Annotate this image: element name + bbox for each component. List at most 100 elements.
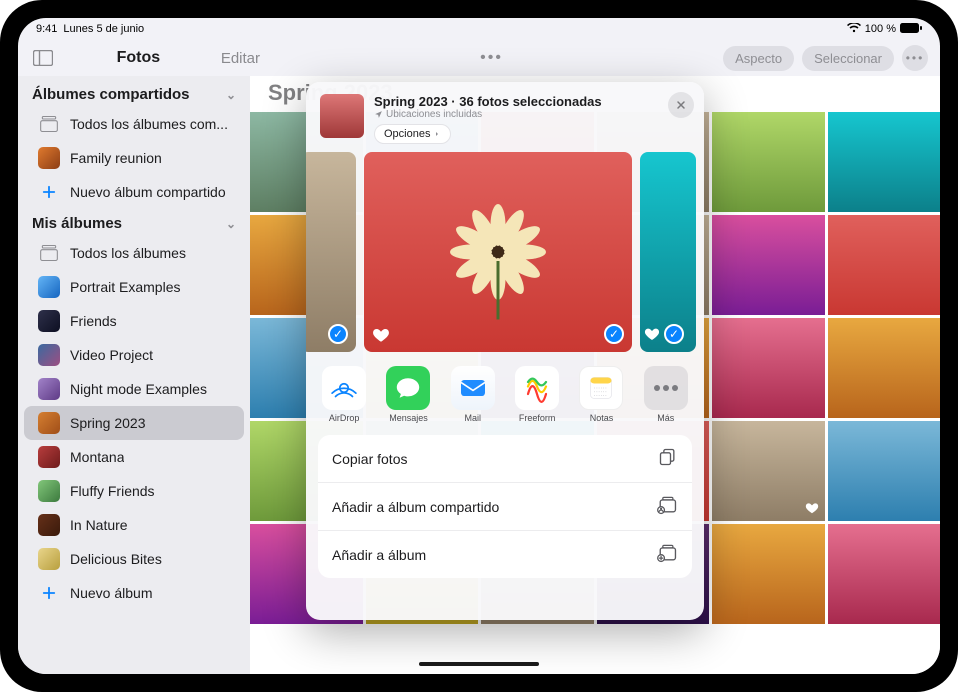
freeform-icon (515, 366, 559, 410)
photo-tile[interactable] (828, 524, 941, 624)
status-bar: 9:41 Lunes 5 de junio 100 % (18, 18, 940, 40)
app-label: Notas (590, 413, 614, 423)
sidebar-item-label: Portrait Examples (70, 279, 180, 295)
sidebar-item[interactable]: In Nature (24, 508, 244, 542)
sidebar-item[interactable]: Spring 2023 (24, 406, 244, 440)
home-indicator[interactable] (419, 662, 539, 666)
action-label: Añadir a álbum (332, 547, 426, 563)
selection-check-icon: ✓ (604, 324, 624, 344)
close-icon (675, 99, 687, 111)
sheet-subtitle: Ubicaciones incluidas (374, 109, 690, 120)
share-app-freeform[interactable]: Freeform (510, 366, 564, 423)
photo-tile[interactable] (828, 421, 941, 521)
close-button[interactable] (668, 92, 694, 118)
photo-tile[interactable] (712, 524, 825, 624)
sidebar-item[interactable]: Montana (24, 440, 244, 474)
sidebar-item-label: Family reunion (70, 150, 162, 166)
photo-tile[interactable] (712, 215, 825, 315)
screen: 9:41 Lunes 5 de junio 100 % Fotos Editar… (18, 18, 940, 674)
sidebar-item[interactable]: Delicious Bites (24, 542, 244, 576)
app-label: Mail (465, 413, 482, 423)
section-shared-albums[interactable]: Álbumes compartidos ⌄ (18, 80, 250, 107)
copy-icon (658, 447, 678, 470)
sidebar-item-label: Todos los álbumes (70, 245, 186, 261)
album-thumbnail (38, 310, 60, 332)
sidebar-item[interactable]: Nuevo álbum compartido (24, 175, 244, 209)
app-label: Más (657, 413, 674, 423)
sidebar-item[interactable]: Fluffy Friends (24, 474, 244, 508)
action-copy[interactable]: Copiar fotos (318, 435, 692, 482)
sidebar-item-label: Nuevo álbum (70, 585, 153, 601)
sidebar-toggle-button[interactable] (30, 47, 56, 69)
photo-tile[interactable] (828, 112, 941, 212)
sidebar-item[interactable]: Portrait Examples (24, 270, 244, 304)
selection-check-icon: ✓ (328, 324, 348, 344)
chevron-right-icon (433, 130, 441, 138)
action-label: Copiar fotos (332, 451, 407, 467)
share-apps-row: AirDrop Mensajes Mail Freeform Notas Más (306, 360, 704, 425)
edit-button[interactable]: Editar (221, 50, 260, 67)
sidebar-item-label: Video Project (70, 347, 153, 363)
sidebar-item[interactable]: Todos los álbumes (24, 236, 244, 270)
sidebar-item[interactable]: Nuevo álbum (24, 576, 244, 610)
album-thumbnail (38, 344, 60, 366)
photo-tile[interactable] (828, 318, 941, 418)
sidebar[interactable]: Álbumes compartidos ⌄ Todos los álbumes … (18, 76, 250, 674)
sidebar-item[interactable]: Friends (24, 304, 244, 338)
albums-stack-icon (38, 242, 60, 264)
strip-photo[interactable]: ✓ (306, 152, 356, 352)
photo-tile[interactable] (828, 215, 941, 315)
aspect-button[interactable]: Aspecto (723, 46, 794, 71)
chevron-down-icon: ⌄ (226, 88, 236, 102)
selected-photos-strip[interactable]: ✓ (306, 152, 704, 360)
status-time: 9:41 (36, 23, 57, 35)
photo-tile[interactable] (712, 421, 825, 521)
app-label: AirDrop (329, 413, 360, 423)
sidebar-item-label: Night mode Examples (70, 381, 207, 397)
section-my-albums[interactable]: Mis álbumes ⌄ (18, 209, 250, 236)
sidebar-item-label: Todos los álbumes com... (70, 116, 228, 132)
heart-icon (372, 326, 390, 344)
strip-photo[interactable]: ✓ (640, 152, 696, 352)
photo-tile[interactable] (712, 112, 825, 212)
battery-icon (900, 23, 922, 36)
album-thumbnail (38, 480, 60, 502)
sidebar-item-label: Friends (70, 313, 117, 329)
select-button[interactable]: Seleccionar (802, 46, 894, 71)
heart-icon (805, 501, 819, 515)
album-thumbnail (38, 548, 60, 570)
sheet-title: Spring 2023 · 36 fotos seleccionadas (374, 94, 690, 109)
action-album[interactable]: Añadir a álbum (318, 530, 692, 578)
album-thumbnail (38, 378, 60, 400)
album-thumbnail (38, 276, 60, 298)
photo-tile[interactable] (712, 318, 825, 418)
share-app-notes[interactable]: Notas (574, 366, 628, 423)
ipad-frame: 9:41 Lunes 5 de junio 100 % Fotos Editar… (0, 0, 958, 692)
sidebar-item[interactable]: Family reunion (24, 141, 244, 175)
section-label: Álbumes compartidos (32, 86, 190, 103)
notes-icon (579, 366, 623, 410)
share-app-msg[interactable]: Mensajes (381, 366, 435, 423)
share-sheet: Spring 2023 · 36 fotos seleccionadas Ubi… (306, 82, 704, 620)
share-app-more[interactable]: Más (639, 366, 693, 423)
section-label: Mis álbumes (32, 215, 122, 232)
selection-check-icon: ✓ (664, 324, 684, 344)
chevron-down-icon: ⌄ (226, 217, 236, 231)
action-shared[interactable]: Añadir a álbum compartido (318, 482, 692, 530)
msg-icon (386, 366, 430, 410)
sidebar-item-label: Spring 2023 (70, 415, 146, 431)
sidebar-item-label: Delicious Bites (70, 551, 162, 567)
more-button[interactable]: ••• (902, 45, 928, 71)
sidebar-item[interactable]: Todos los álbumes com... (24, 107, 244, 141)
share-app-mail[interactable]: Mail (446, 366, 500, 423)
wifi-icon (847, 23, 861, 36)
sidebar-item[interactable]: Night mode Examples (24, 372, 244, 406)
sidebar-item-label: Fluffy Friends (70, 483, 155, 499)
strip-photo-main[interactable]: ✓ (364, 152, 632, 352)
grab-handle-icon[interactable]: ••• (480, 49, 503, 66)
options-button[interactable]: Opciones (374, 124, 451, 144)
sidebar-item[interactable]: Video Project (24, 338, 244, 372)
share-app-airdrop[interactable]: AirDrop (317, 366, 371, 423)
sidebar-item-label: In Nature (70, 517, 128, 533)
flower-illustration (364, 152, 632, 352)
